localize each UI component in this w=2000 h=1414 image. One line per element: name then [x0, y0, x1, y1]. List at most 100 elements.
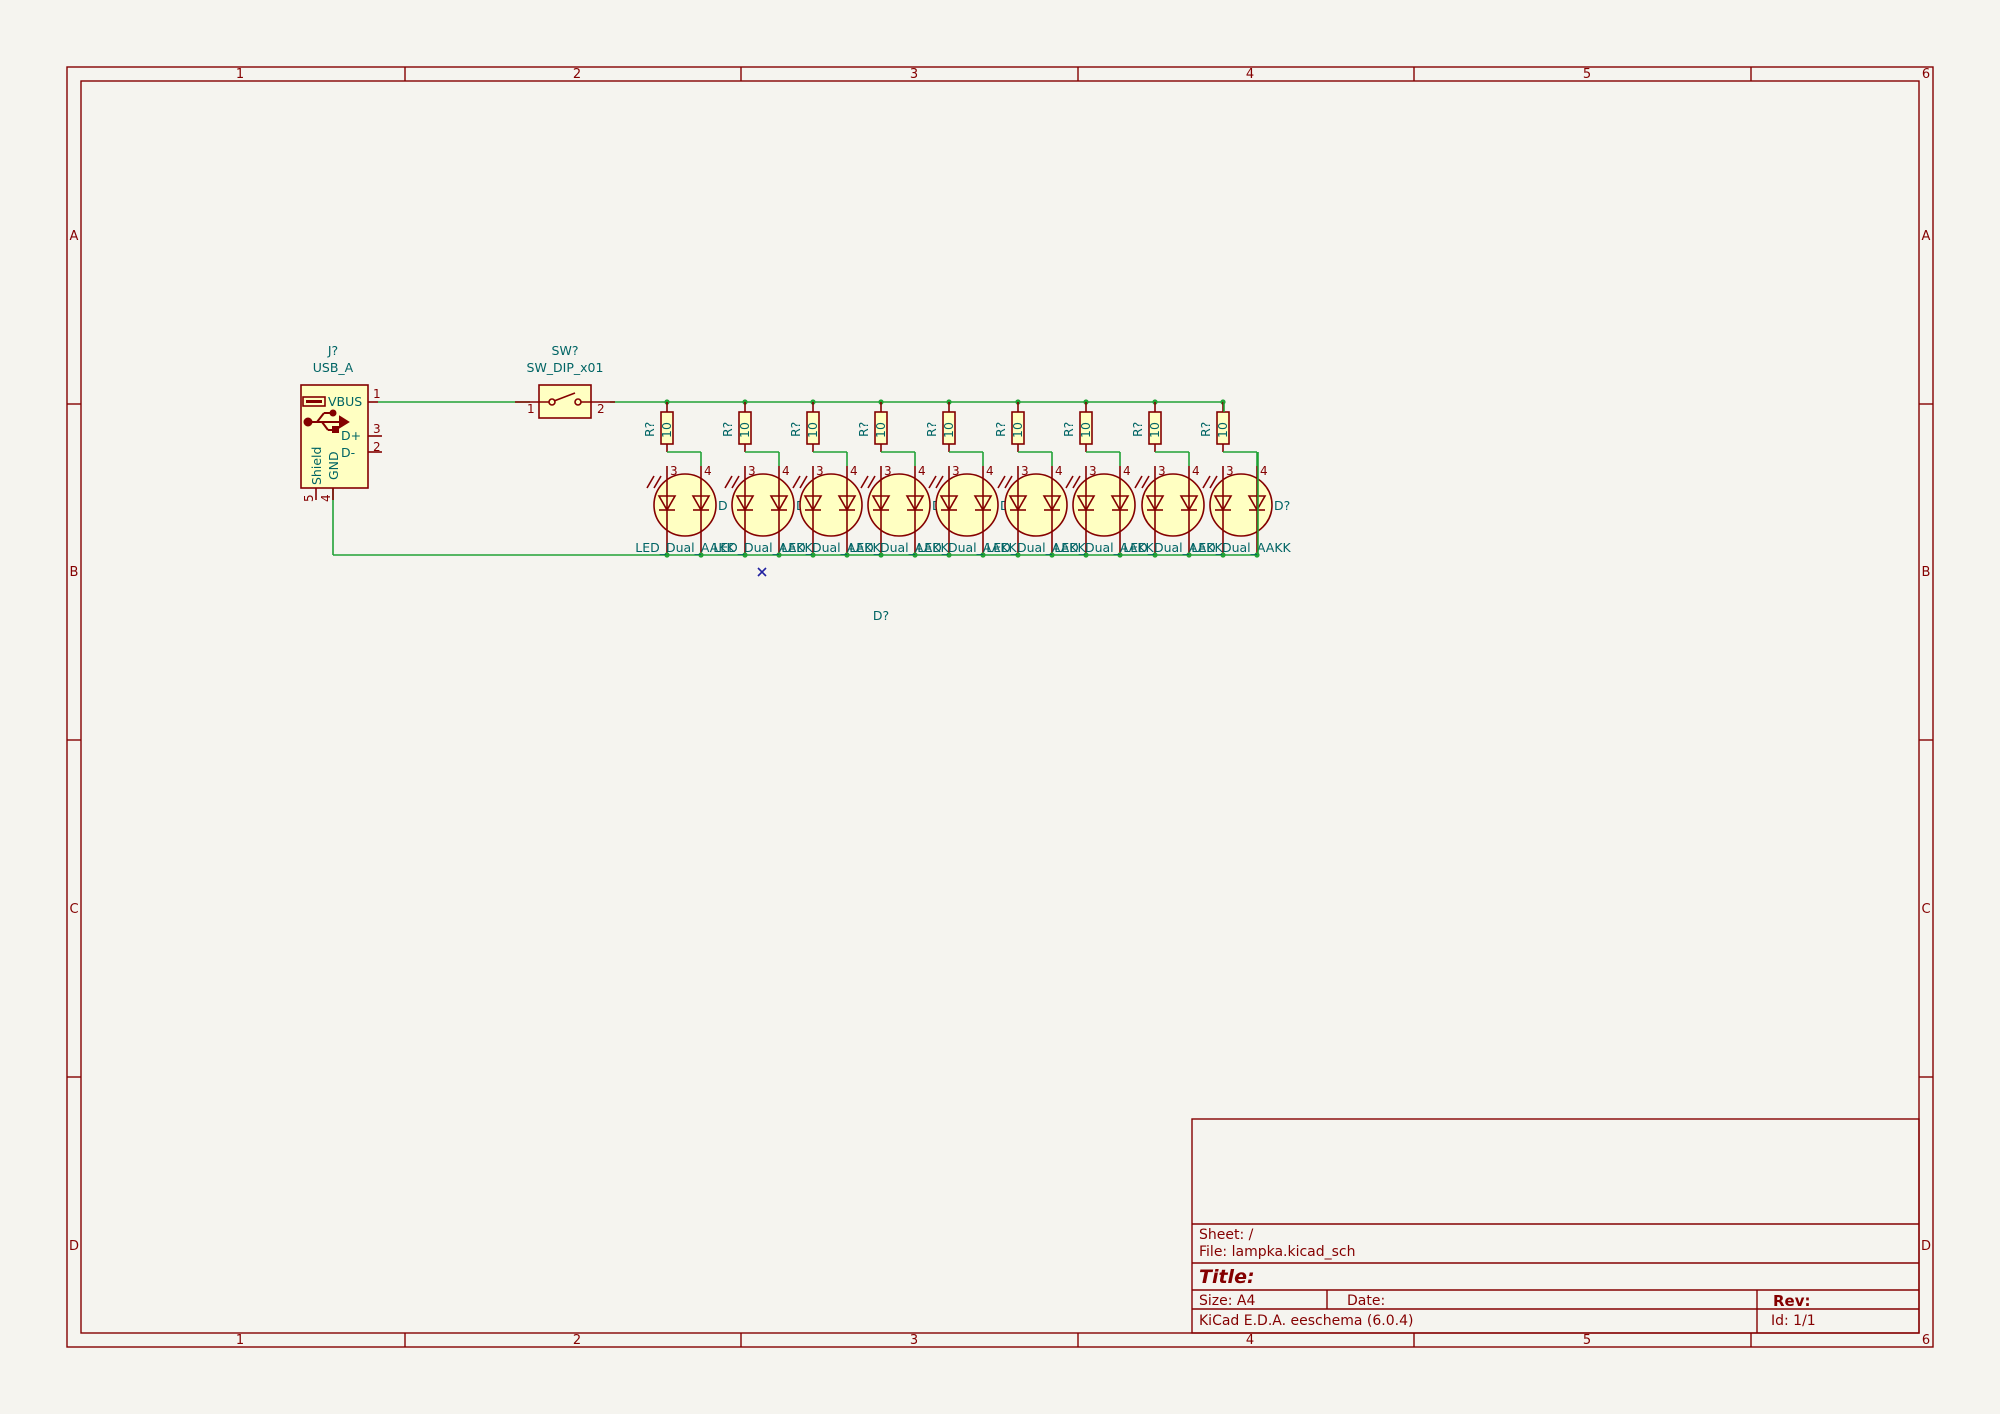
schematic-sheet[interactable]: 112233445566 A AB BC CD D Sheet: / File: lam… [0, 0, 2000, 1414]
usb-pin-dm: D- [341, 445, 355, 460]
led-pin4-num: 4 [850, 464, 858, 478]
light-arrow-icon [1134, 475, 1143, 489]
led-pin4-num: 4 [986, 464, 994, 478]
row-label-right: C [1921, 902, 1930, 917]
tb-title: Title: [1199, 1266, 1255, 1288]
led-pin4-num: 4 [704, 464, 712, 478]
resistor-value: 10 [659, 422, 674, 438]
tb-tool: KiCad E.D.A. eeschema (6.0.4) [1199, 1313, 1413, 1329]
switch-ref: SW? [552, 343, 579, 358]
title-block: Sheet: / File: lampka.kicad_sch Title: S… [1191, 1118, 1920, 1334]
usb-pin2-num: 2 [373, 440, 381, 454]
resistor-ref: R? [642, 422, 657, 437]
row-label-left: D [69, 1239, 79, 1254]
resistor-ref: R? [1061, 422, 1076, 437]
light-arrow-icon [792, 475, 801, 489]
led-pin3-num: 3 [816, 464, 824, 478]
resistor-ref: R? [1198, 422, 1213, 437]
resistor-value: 10 [1147, 422, 1162, 438]
light-arrow-icon [860, 475, 869, 489]
resistor-value: 10 [805, 422, 820, 438]
resistor-ref: R? [993, 422, 1008, 437]
no-connect-flag[interactable] [757, 567, 767, 577]
led-pin3-num: 3 [1226, 464, 1234, 478]
usb-pin-vbus: VBUS [328, 394, 362, 409]
tb-file: File: lampka.kicad_sch [1199, 1244, 1356, 1260]
light-arrow-icon [928, 475, 937, 489]
tb-sheet: Sheet: / [1199, 1227, 1254, 1243]
led-value: LED_Dual_AAKK [1191, 540, 1291, 555]
row-label-right: D [1921, 1239, 1931, 1254]
col-label-top: 1 [236, 67, 244, 82]
resistor-ref: R? [1130, 422, 1145, 437]
usb-value: USB_A [313, 360, 354, 375]
resistor-ref: R? [720, 422, 735, 437]
col-label-bottom: 1 [236, 1333, 244, 1348]
switch-pin1-num: 1 [527, 402, 535, 416]
usb-pin1-num: 1 [373, 387, 381, 401]
tb-date: Date: [1347, 1293, 1385, 1309]
resistor-ref: R? [856, 422, 871, 437]
resistor-led-array: R?1034DLED_Dual_AAKKR?1034DLED_Dual_AAKK… [635, 399, 1292, 558]
light-arrow-icon [997, 475, 1006, 489]
light-arrow-icon [1065, 475, 1074, 489]
led-ref: D? [1274, 498, 1290, 513]
col-label-top: 4 [1246, 67, 1254, 82]
switch-value: SW_DIP_x01 [527, 360, 604, 375]
led-pin3-num: 3 [1021, 464, 1029, 478]
led-pin4-num: 4 [1055, 464, 1063, 478]
col-label-top: 6 [1922, 67, 1930, 82]
usb-ref: J? [327, 343, 338, 358]
col-label-top: 5 [1583, 67, 1591, 82]
resistor-value: 10 [941, 422, 956, 438]
resistor-ref: R? [788, 422, 803, 437]
resistor-value: 10 [1215, 422, 1230, 438]
led-pin3-num: 3 [748, 464, 756, 478]
resistor-led-pair[interactable]: R? 10 3 4 D? LED_Dual_AAKK [1191, 399, 1292, 558]
resistor-value: 10 [1078, 422, 1093, 438]
resistor-value: 10 [1010, 422, 1025, 438]
col-label-bottom: 2 [573, 1333, 581, 1348]
col-label-top: 3 [910, 67, 918, 82]
usb-pin5-num: 5 [302, 494, 316, 502]
row-label-right: A [1922, 229, 1931, 244]
col-label-bottom: 6 [1922, 1333, 1930, 1348]
col-label-bottom: 4 [1246, 1333, 1254, 1348]
led-ref: D [718, 498, 728, 513]
switch-pin2-num: 2 [597, 402, 605, 416]
light-arrow-icon [646, 475, 655, 489]
led-pin3-num: 3 [670, 464, 678, 478]
usb-pin-gnd: GND [326, 451, 341, 480]
usb-pin-dp: D+ [341, 428, 361, 443]
usb-pin3-num: 3 [373, 422, 381, 436]
led-pin4-num: 4 [782, 464, 790, 478]
row-label-left: A [70, 229, 79, 244]
usb-pin-shield: Shield [309, 447, 324, 485]
usb-connector-j[interactable]: J? USB_A VBUS D+ D- Shield GND 1 3 2 5 4 [300, 343, 382, 502]
col-label-bottom: 3 [910, 1333, 918, 1348]
led-pin4-num: 4 [1260, 464, 1268, 478]
led-pin3-num: 3 [952, 464, 960, 478]
row-label-left: C [69, 902, 78, 917]
row-label-right: B [1922, 565, 1931, 580]
led-pin3-num: 3 [884, 464, 892, 478]
light-arrow-icon [1202, 475, 1211, 489]
resistor-value: 10 [737, 422, 752, 438]
stray-led-ref[interactable]: D? [873, 608, 889, 623]
led-pin4-num: 4 [1192, 464, 1200, 478]
tb-rev: Rev: [1773, 1292, 1811, 1310]
light-arrow-icon [724, 475, 733, 489]
dip-switch-sw[interactable]: SW? SW_DIP_x01 1 2 [515, 343, 615, 419]
row-label-left: B [70, 565, 79, 580]
col-label-top: 2 [573, 67, 581, 82]
resistor-value: 10 [873, 422, 888, 438]
usb-pin4-num: 4 [319, 494, 333, 502]
led-pin4-num: 4 [918, 464, 926, 478]
led-pin3-num: 3 [1089, 464, 1097, 478]
tb-id: Id: 1/1 [1771, 1313, 1816, 1329]
led-pin4-num: 4 [1123, 464, 1131, 478]
tb-size: Size: A4 [1199, 1293, 1255, 1309]
col-label-bottom: 5 [1583, 1333, 1591, 1348]
drawing-frame: 112233445566 A AB BC CD D [66, 66, 1934, 1348]
led-pin3-num: 3 [1158, 464, 1166, 478]
